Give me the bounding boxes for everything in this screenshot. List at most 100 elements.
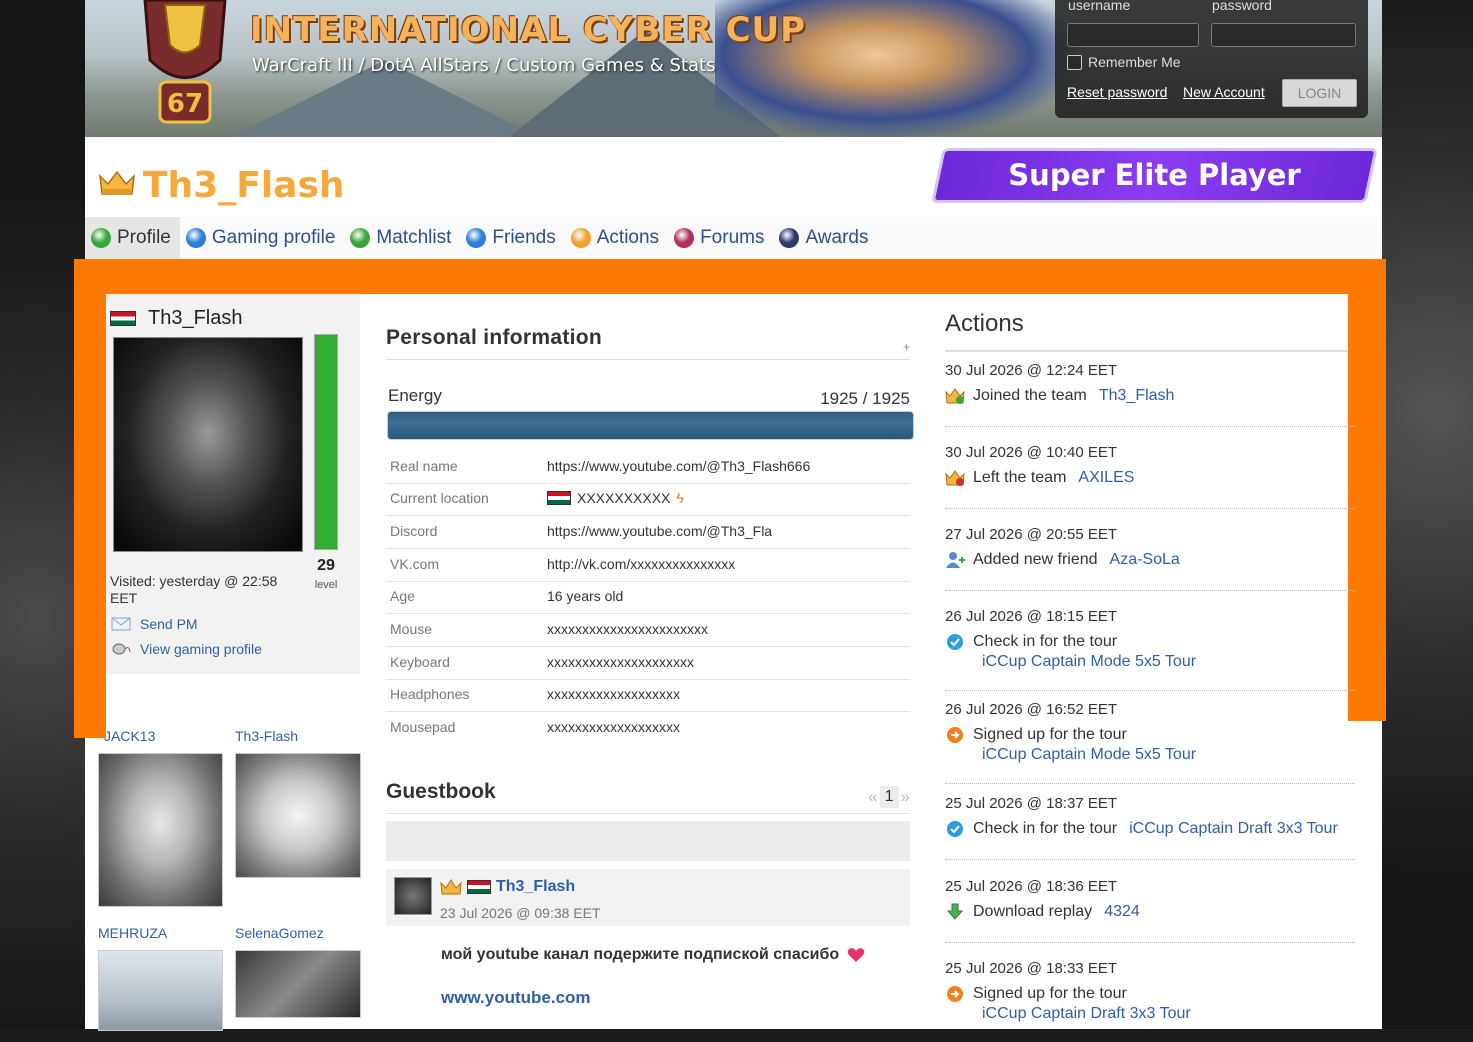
site-banner: 67 INTERNATIONAL CYBER CUP WarCraft III …: [85, 0, 1382, 137]
sign-up-icon: [945, 726, 965, 744]
team-join-icon: [945, 387, 965, 405]
info-value: 16 years old: [547, 588, 623, 604]
info-value: xxxxxxxxxxxxxxxxxxx: [547, 686, 680, 702]
info-key: Keyboard: [390, 654, 450, 670]
check-in-icon: [945, 820, 965, 838]
action-text: Joined the team: [973, 387, 1087, 404]
info-row: Discord https://www.youtube.com/@Th3_Fla: [386, 516, 910, 549]
friend-name-link[interactable]: JACK13: [104, 728, 155, 744]
action-line: Check in for the tour iCCup Captain Draft…: [945, 820, 1355, 838]
info-key: Discord: [390, 523, 438, 539]
info-value: xxxxxxxxxxxxxxxxxxx: [547, 719, 680, 735]
action-time: 30 Jul 2026 @ 10:40 EET: [945, 444, 1118, 461]
info-value-text: xxxxxxxxxxxxxxxxxxxxxxx: [547, 621, 708, 637]
info-row: Current location XXXXXXXXXX ϟ: [386, 483, 910, 516]
friend-name-link[interactable]: MEHRUZA: [98, 925, 167, 941]
post-author[interactable]: Th3_Flash: [440, 878, 575, 896]
action-link[interactable]: iCCup Captain Mode 5x5 Tour: [982, 746, 1355, 764]
action-time: 26 Jul 2026 @ 16:52 EET: [945, 701, 1118, 718]
action-text: Download replay: [973, 903, 1093, 920]
guestbook-pager: « 1 »: [868, 786, 910, 808]
action-link[interactable]: AXILES: [1078, 469, 1134, 487]
reset-password-link[interactable]: Reset password: [1067, 84, 1167, 100]
info-value-text: https://www.youtube.com/@Th3_Flash666: [547, 458, 811, 474]
background-art-left: [0, 0, 85, 1029]
password-input[interactable]: [1211, 23, 1356, 47]
friend-name-link[interactable]: Th3-Flash: [235, 728, 298, 744]
energy-label: Energy: [388, 386, 442, 405]
view-gaming-profile-label[interactable]: View gaming profile: [140, 641, 262, 657]
friend-avatar[interactable]: [235, 950, 361, 1018]
pager-page[interactable]: 1: [879, 786, 899, 808]
add-friend-icon: [945, 551, 965, 569]
trophy-logo-icon[interactable]: 67: [130, 0, 240, 137]
send-pm-label[interactable]: Send PM: [140, 616, 198, 632]
info-value: http://vk.com/xxxxxxxxxxxxxxx: [547, 556, 735, 572]
tab-label: Actions: [596, 227, 660, 248]
actions-icon: [570, 228, 591, 248]
personal-info-title: Personal information: [386, 326, 603, 349]
profile-icon: [91, 228, 111, 248]
tab-awards[interactable]: Awards: [773, 217, 877, 259]
tab-actions[interactable]: Actions: [565, 217, 668, 259]
tab-matchlist[interactable]: Matchlist: [344, 217, 460, 259]
info-key: Headphones: [390, 686, 470, 702]
action-link[interactable]: Aza-SoLa: [1110, 551, 1180, 569]
send-pm-link[interactable]: Send PM: [111, 616, 198, 632]
username-input[interactable]: [1067, 23, 1199, 47]
action-link[interactable]: iCCup Captain Draft 3x3 Tour: [982, 1005, 1355, 1023]
action-item: 26 Jul 2026 @ 18:15 EET Check in for the …: [945, 606, 1355, 691]
friend-name-link[interactable]: SelenaGomez: [235, 925, 324, 941]
pager-next[interactable]: »: [901, 787, 910, 807]
pager-prev[interactable]: «: [868, 787, 877, 807]
energy-bar: [387, 411, 914, 440]
action-link[interactable]: iCCup Captain Draft 3x3 Tour: [1129, 820, 1338, 838]
flag-icon: [467, 880, 491, 894]
action-line: Left the team AXILES: [945, 469, 1355, 487]
post-link[interactable]: www.youtube.com: [441, 988, 591, 1008]
last-visited: Visited: yesterday @ 22:58 EET: [110, 573, 278, 606]
site-title[interactable]: INTERNATIONAL CYBER CUP: [250, 10, 806, 50]
actions-header: Actions: [945, 310, 1348, 352]
tab-label: Matchlist: [376, 227, 452, 248]
gaming-profile-icon: [185, 228, 206, 248]
info-value-text: xxxxxxxxxxxxxxxxxxx: [547, 719, 680, 735]
tab-gaming-profile[interactable]: Gaming profile: [180, 217, 345, 259]
remember-me-checkbox[interactable]: [1067, 54, 1082, 70]
action-time: 25 Jul 2026 @ 18:37 EET: [945, 795, 1118, 812]
info-value: https://www.youtube.com/@Th3_Fla: [547, 523, 772, 539]
action-link[interactable]: Th3_Flash: [1099, 387, 1175, 405]
action-item: 25 Jul 2026 @ 18:33 EET Signed up for the…: [945, 958, 1355, 1042]
new-account-link[interactable]: New Account: [1183, 84, 1265, 100]
info-value-text: xxxxxxxxxxxxxxxxxxx: [547, 686, 680, 702]
info-row: Headphones xxxxxxxxxxxxxxxxxxx: [386, 679, 910, 712]
info-value: xxxxxxxxxxxxxxxxxxxxxxx: [547, 621, 708, 637]
guestbook-input-area[interactable]: [386, 821, 910, 861]
action-line: Check in for the tour: [945, 633, 1355, 651]
action-link[interactable]: iCCup Captain Mode 5x5 Tour: [982, 653, 1355, 671]
tab-profile[interactable]: Profile: [85, 217, 180, 259]
info-key: Real name: [390, 458, 458, 474]
level-label: level: [314, 579, 338, 591]
info-key: Mousepad: [390, 719, 456, 735]
login-button[interactable]: LOGIN: [1282, 79, 1357, 107]
action-line: Signed up for the tour: [945, 726, 1355, 744]
expand-toggle[interactable]: +: [903, 340, 910, 354]
post-author-avatar[interactable]: [394, 877, 432, 915]
friend-avatar[interactable]: [98, 753, 223, 907]
action-line: Joined the team Th3_Flash: [945, 387, 1355, 405]
guestbook-post: Th3_Flash 23 Jul 2026 @ 09:38 EET: [386, 869, 910, 926]
level-progress-bar: [314, 334, 338, 550]
profile-tabs: Profile Gaming profile Matchlist Friends Act…: [85, 217, 1382, 259]
remember-me[interactable]: Remember Me: [1067, 54, 1181, 70]
tab-label: Friends: [492, 227, 556, 248]
tab-friends[interactable]: Friends: [460, 217, 564, 259]
action-link[interactable]: 4324: [1104, 903, 1140, 921]
friend-avatar[interactable]: [98, 950, 223, 1031]
view-gaming-profile-link[interactable]: View gaming profile: [111, 641, 262, 657]
tab-forums[interactable]: Forums: [668, 217, 773, 259]
post-author-name[interactable]: Th3_Flash: [496, 878, 575, 896]
crown-icon: [99, 170, 135, 195]
action-text: Check in for the tour: [973, 820, 1118, 837]
friend-avatar[interactable]: [235, 753, 361, 878]
